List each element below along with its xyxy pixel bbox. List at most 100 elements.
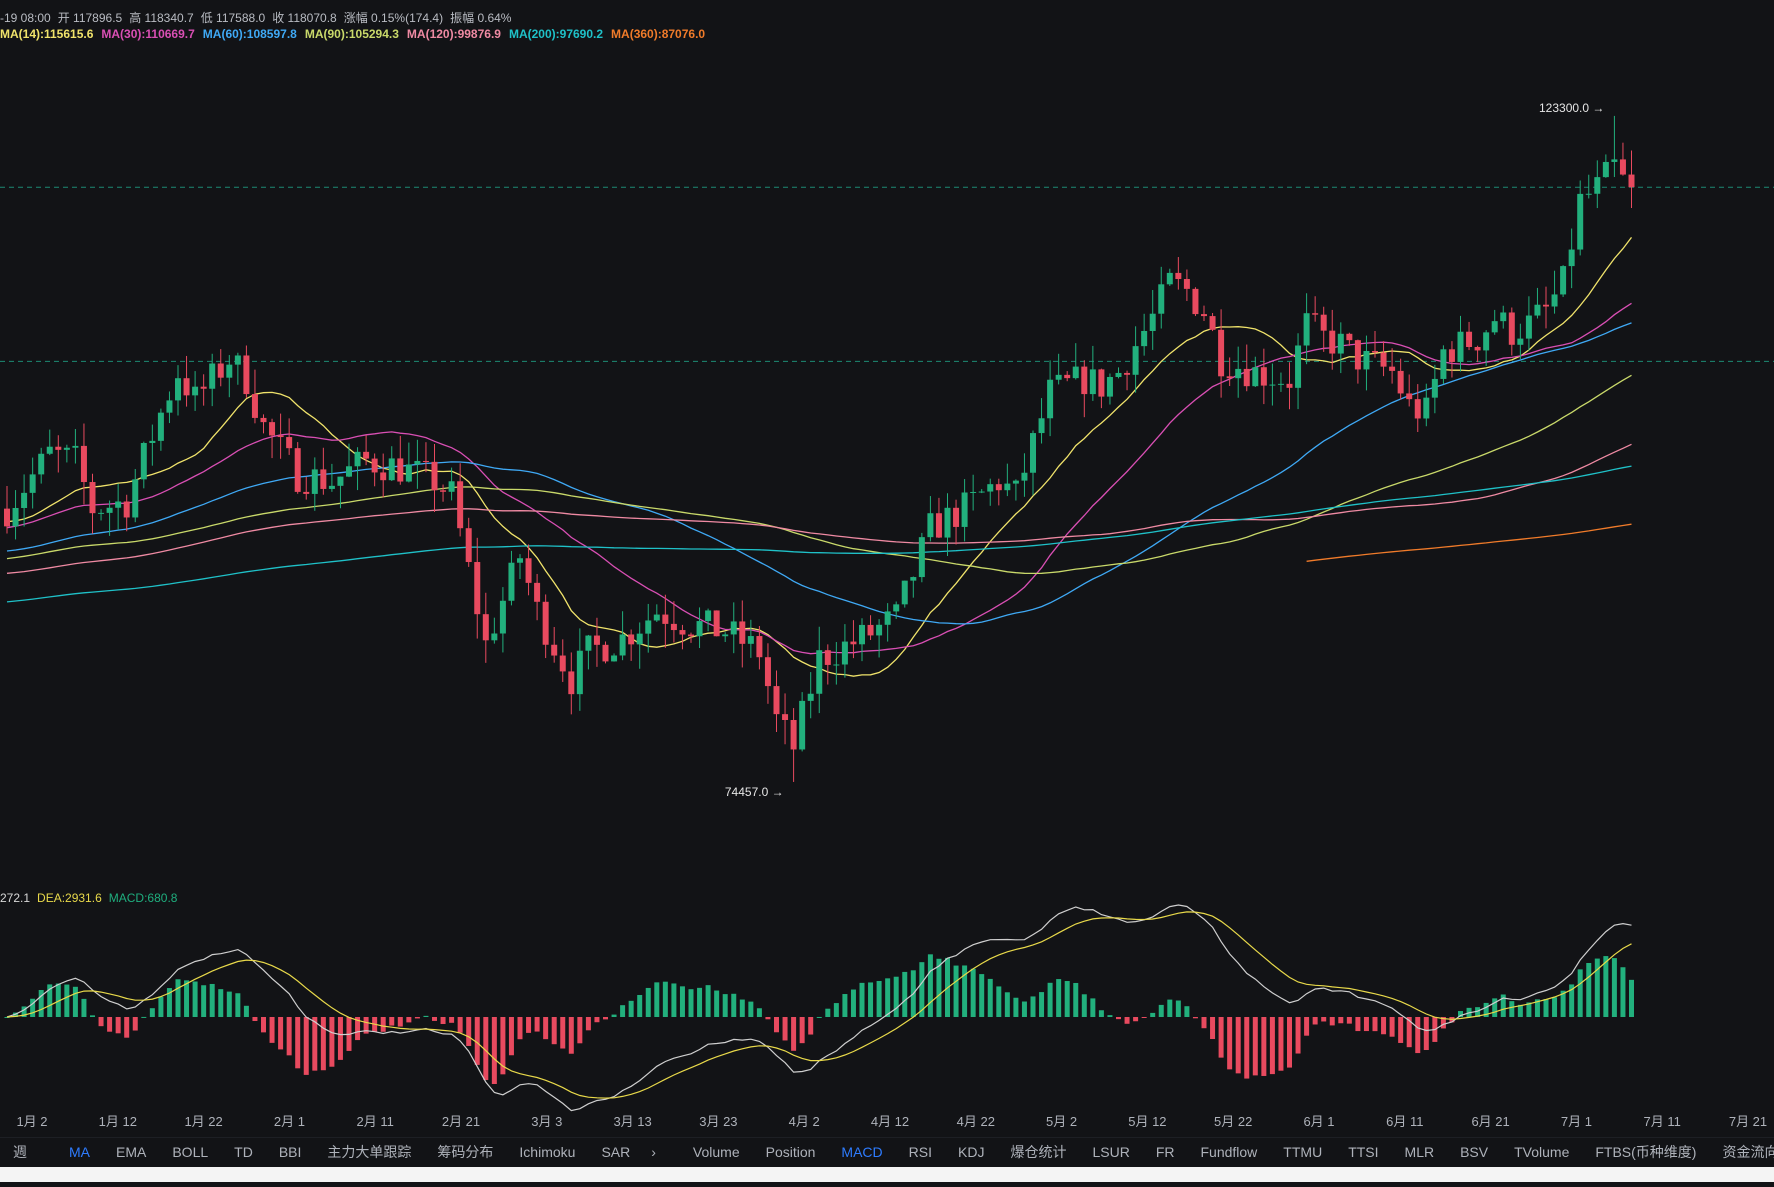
toolbar-indicator-7[interactable]: FR — [1143, 1144, 1188, 1160]
macd-bar-76 — [654, 982, 660, 1017]
candle-body-124 — [1064, 374, 1071, 379]
candle-body-11 — [98, 512, 105, 514]
toolbar-indicator-2[interactable]: MACD — [828, 1144, 895, 1160]
ma-line-4 — [6, 443, 1632, 574]
candle-body-177 — [1517, 338, 1524, 345]
macd-bar-87 — [748, 1001, 754, 1017]
toolbar-overlay-3[interactable]: BOLL — [159, 1144, 221, 1160]
macd-bar-60 — [517, 1017, 523, 1040]
toolbar-indicator-10[interactable]: TTSI — [1335, 1144, 1391, 1160]
candle-body-50 — [431, 461, 438, 491]
toolbar-overlay-8[interactable]: Ichimoku — [506, 1144, 588, 1160]
chevron-right-icon[interactable]: › — [643, 1144, 664, 1160]
macd-bar-105 — [902, 971, 908, 1017]
toolbar-indicator-13[interactable]: TVolume — [1501, 1144, 1582, 1160]
price-annotation-1: 74457.0 → — [725, 785, 784, 799]
candle-body-15 — [132, 479, 139, 518]
macd-bar-49 — [423, 1015, 429, 1017]
candle-body-137 — [1175, 272, 1182, 280]
toolbar-indicator-3[interactable]: RSI — [896, 1144, 945, 1160]
macd-bar-71 — [611, 1014, 617, 1017]
toolbar-overlay-4[interactable]: TD — [221, 1144, 266, 1160]
toolbar-indicator-0[interactable]: Volume — [680, 1144, 753, 1160]
toolbar-indicator-9[interactable]: TTMU — [1270, 1144, 1335, 1160]
macd-bar-124 — [1064, 981, 1070, 1017]
toolbar-indicator-5[interactable]: 爆仓统计 — [997, 1142, 1079, 1162]
candle-body-189 — [1619, 159, 1626, 175]
macd-bar-177 — [1517, 1004, 1523, 1017]
x-tick-label-6: 3月 3 — [531, 1114, 562, 1129]
macd-bar-48 — [414, 1017, 420, 1019]
toolbar-overlay-1[interactable]: MA — [56, 1144, 103, 1160]
candle-body-156 — [1337, 333, 1344, 354]
candle-body-27 — [234, 355, 241, 365]
macd-bar-161 — [1381, 1017, 1387, 1035]
chart-area[interactable]: 123300.0 → 74457.0 → 1月 2 1月 12 1月 22 2月 1 2月 … — [0, 0, 1774, 1182]
toolbar-indicator-6[interactable]: LSUR — [1079, 1144, 1142, 1160]
toolbar-overlay-0[interactable]: 週 — [0, 1142, 40, 1162]
macd-bar-16 — [141, 1016, 147, 1018]
candle-body-56 — [482, 614, 489, 641]
candle-body-95 — [816, 650, 823, 694]
candle-body-34 — [294, 448, 301, 492]
candle-body-87 — [747, 636, 754, 644]
candle-body-32 — [277, 435, 284, 438]
toolbar-indicator-4[interactable]: KDJ — [945, 1144, 997, 1160]
candle-body-60 — [517, 558, 523, 563]
toolbar-overlay-5[interactable]: BBI — [266, 1144, 315, 1160]
macd-bar-151 — [1295, 1017, 1301, 1054]
toolbar-indicator-15[interactable]: 资金流向 — [1709, 1142, 1774, 1162]
candle-body-33 — [286, 437, 293, 449]
macd-bar-8 — [72, 986, 78, 1017]
macd-bar-68 — [585, 1017, 591, 1031]
candle-body-83 — [713, 610, 720, 637]
candle-body-160 — [1372, 350, 1378, 353]
ma-line-2 — [6, 322, 1632, 625]
candle-body-146 — [1252, 367, 1259, 387]
candle-body-142 — [1218, 329, 1225, 377]
toolbar-overlay-9[interactable]: SAR — [588, 1144, 643, 1160]
macd-bar-92 — [791, 1017, 797, 1051]
candle-body-69 — [593, 635, 600, 645]
macd-bar-181 — [1552, 997, 1558, 1017]
toolbar-indicator-1[interactable]: Position — [753, 1144, 829, 1160]
candle-body-106 — [910, 577, 917, 581]
macd-bar-62 — [534, 1017, 540, 1032]
ohlc-value-5: 涨幅 0.15%(174.4) — [343, 11, 444, 25]
candle-body-152 — [1303, 313, 1310, 346]
candlestick-chart[interactable]: 123300.0 → 74457.0 → 1月 2 1月 12 1月 22 2月 1 2月 … — [0, 0, 1774, 1182]
candle-body-104 — [893, 604, 900, 612]
candle-body-25 — [217, 363, 224, 378]
toolbar-indicator-8[interactable]: Fundflow — [1187, 1144, 1270, 1160]
toolbar-indicator-14[interactable]: FTBS(币种维度) — [1582, 1142, 1709, 1162]
candle-body-96 — [824, 650, 831, 665]
macd-legend-item-0: 272.1 — [0, 891, 31, 905]
macd-bar-89 — [765, 1017, 771, 1020]
macd-bar-160 — [1372, 1017, 1378, 1032]
candle-body-99 — [850, 641, 857, 645]
toolbar-indicator-11[interactable]: MLR — [1392, 1144, 1448, 1160]
ma-line-0 — [6, 237, 1633, 677]
toolbar-overlay-7[interactable]: 筹码分布 — [424, 1142, 506, 1162]
macd-bar-23 — [201, 985, 207, 1017]
toolbar-overlay-6[interactable]: 主力大单跟踪 — [314, 1142, 424, 1162]
candle-body-170 — [1457, 331, 1464, 362]
candle-body-185 — [1585, 193, 1592, 195]
macd-bar-64 — [551, 1017, 557, 1045]
candle-body-126 — [1081, 366, 1088, 395]
price-annotation-0: 123300.0 → — [1539, 101, 1604, 115]
candle-body-187 — [1602, 161, 1609, 178]
macd-bar-153 — [1312, 1017, 1318, 1025]
toolbar-indicator-12[interactable]: BSV — [1447, 1144, 1501, 1160]
toolbar-overlay-2[interactable]: EMA — [103, 1144, 159, 1160]
macd-bar-135 — [1158, 1004, 1164, 1017]
macd-bar-37 — [320, 1017, 326, 1071]
candle-body-0 — [4, 508, 10, 527]
candle-body-44 — [380, 472, 387, 481]
candle-body-75 — [645, 620, 652, 634]
candle-body-102 — [876, 624, 883, 636]
candle-body-168 — [1440, 349, 1447, 379]
candle-body-149 — [1277, 383, 1284, 385]
macd-bar-117 — [1004, 992, 1010, 1017]
candle-body-141 — [1209, 316, 1216, 330]
